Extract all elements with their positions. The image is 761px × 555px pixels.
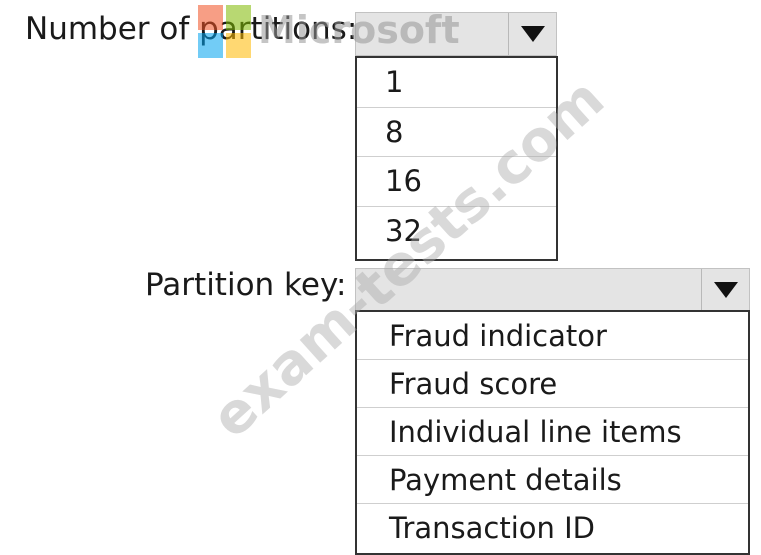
- partition-key-options-list: Fraud indicator Fraud score Individual l…: [355, 310, 750, 555]
- partition-key-option-fraud-indicator[interactable]: Fraud indicator: [357, 312, 748, 360]
- partitions-dropdown-button[interactable]: [508, 13, 556, 55]
- partitions-options-list: 1 8 16 32: [355, 56, 558, 261]
- partition-key-option-payment-details[interactable]: Payment details: [357, 456, 748, 504]
- answer-area: Number of partitions: 1 8 16 32 Partitio…: [0, 0, 761, 555]
- partition-key-option-fraud-score[interactable]: Fraud score: [357, 360, 748, 408]
- partition-key-select[interactable]: [355, 268, 750, 312]
- partition-key-dropdown-button[interactable]: [701, 269, 749, 311]
- partition-key-option-individual-line-items[interactable]: Individual line items: [357, 408, 748, 456]
- partitions-option-8[interactable]: 8: [357, 108, 556, 157]
- chevron-down-icon: [520, 26, 545, 42]
- partitions-option-16[interactable]: 16: [357, 157, 556, 207]
- partitions-option-1[interactable]: 1: [357, 58, 556, 108]
- partitions-select[interactable]: [355, 12, 557, 56]
- partitions-label: Number of partitions:: [25, 11, 358, 47]
- chevron-down-icon: [713, 282, 738, 298]
- partition-key-label: Partition key:: [145, 267, 347, 303]
- partition-key-option-transaction-id[interactable]: Transaction ID: [357, 504, 748, 552]
- partitions-option-32[interactable]: 32: [357, 207, 556, 257]
